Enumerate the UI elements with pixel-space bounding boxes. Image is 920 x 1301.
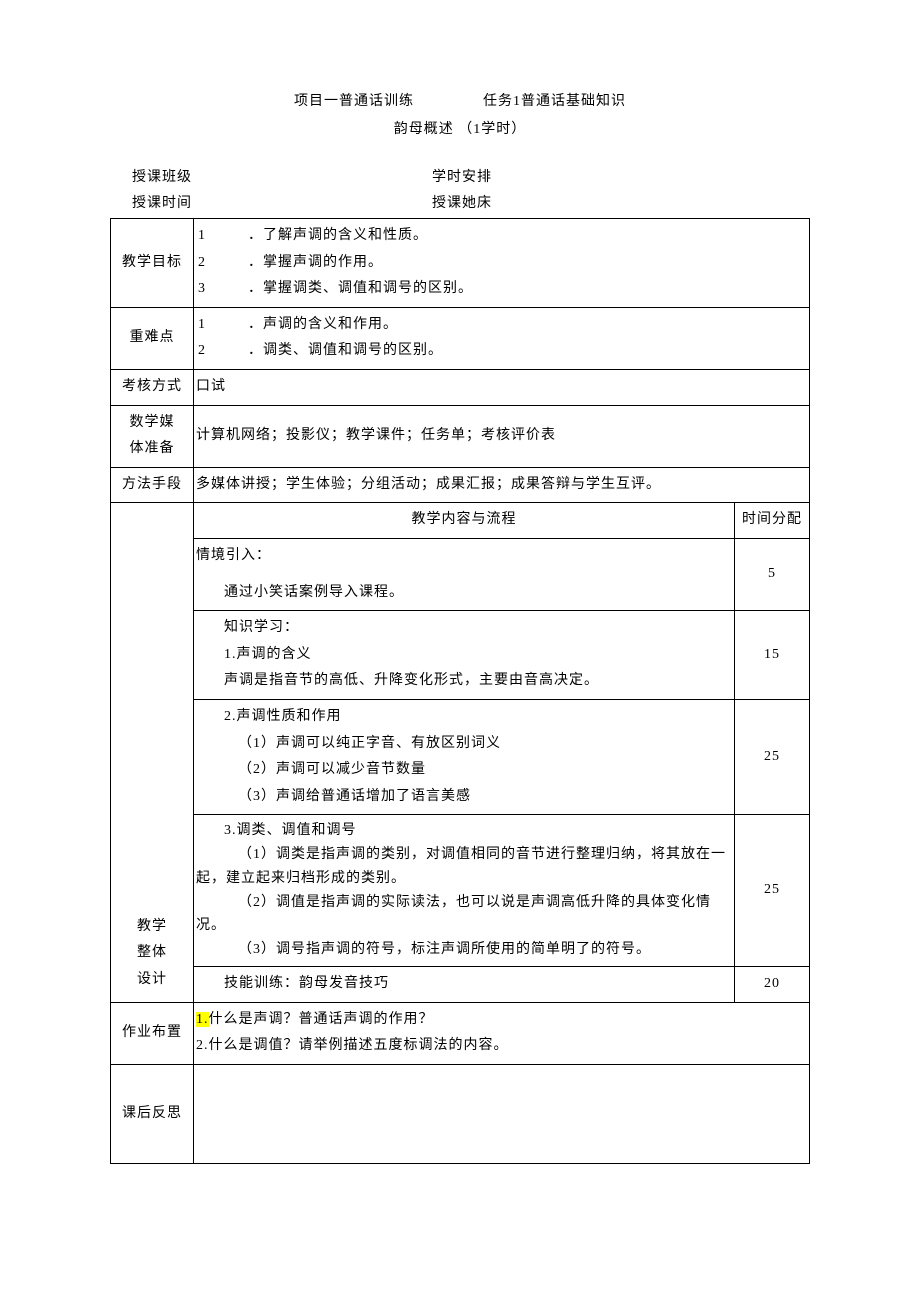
homework-l2: 2.什么是调值？请举例描述五度标调法的内容。 bbox=[196, 1033, 807, 1060]
lesson-table: 教学目标 1．了解声调的含义和性质。 2．掌握声调的作用。 3．掌握调类、调值和… bbox=[110, 218, 810, 1164]
content-header: 教学内容与流程 bbox=[194, 503, 735, 539]
seg4-cell: 3.调类、调值和调号 （1）调类是指声调的类别，对调值相同的音节进行整理归纳，将… bbox=[194, 815, 735, 967]
goal-3-t: ．掌握调类、调值和调号的区别。 bbox=[248, 276, 807, 303]
seg2-l1: 知识学习： bbox=[196, 615, 732, 642]
homework-label: 作业布置 bbox=[111, 1002, 194, 1064]
subtitle: 韵母概述 （1学时） bbox=[110, 118, 810, 138]
meta-row-1: 授课班级 学时安排 bbox=[110, 166, 810, 186]
method-value: 多媒体讲授；学生体验；分组活动；成果汇报；成果答辩与学生互评。 bbox=[194, 467, 810, 503]
diff-1-n: 1 bbox=[196, 312, 248, 339]
seg3-cell: 2.声调性质和作用 （1）声调可以纯正字音、有放区别词义 （2）声调可以减少音节… bbox=[194, 699, 735, 814]
seg2-l2: 1.声调的含义 bbox=[196, 642, 732, 669]
time-header: 时间分配 bbox=[735, 503, 810, 539]
media-label-1: 数学媒 bbox=[113, 410, 191, 437]
goal-2-t: ．掌握声调的作用。 bbox=[248, 250, 807, 277]
time-label: 授课时间 bbox=[110, 192, 432, 212]
seg4-l4: （3）调号指声调的符号，标注声调所使用的简单明了的符号。 bbox=[196, 938, 732, 962]
design-label-1: 教学 bbox=[113, 914, 191, 941]
design-label-2: 整体 bbox=[113, 940, 191, 967]
table-row: 作业布置 1.什么是声调？普通话声调的作用？ 2.什么是调值？请举例描述五度标调… bbox=[111, 1002, 810, 1064]
seg3-l3: （2）声调可以减少音节数量 bbox=[196, 757, 732, 784]
seg4-l1: 3.调类、调值和调号 bbox=[196, 819, 732, 843]
project-title: 项目一普通话训练 bbox=[294, 94, 414, 109]
table-row: 教学目标 1．了解声调的含义和性质。 2．掌握声调的作用。 3．掌握调类、调值和… bbox=[111, 219, 810, 308]
place-label: 授课她床 bbox=[432, 192, 810, 212]
table-row: 重难点 1．声调的含义和作用。 2．调类、调值和调号的区别。 bbox=[111, 307, 810, 369]
table-row: 考核方式 口试 bbox=[111, 369, 810, 405]
seg4-time: 25 bbox=[735, 815, 810, 967]
table-row: 知识学习： 1.声调的含义 声调是指音节的高低、升降变化形式，主要由音高决定。 … bbox=[111, 611, 810, 700]
reflect-cell bbox=[194, 1064, 810, 1163]
seg2-time: 15 bbox=[735, 611, 810, 700]
seg1-l1: 情境引入： bbox=[196, 543, 732, 570]
seg4-l2: （1）调类是指声调的类别，对调值相同的音节进行整理归纳，将其放在一起，建立起来归… bbox=[196, 843, 732, 891]
table-row: 3.调类、调值和调号 （1）调类是指声调的类别，对调值相同的音节进行整理归纳，将… bbox=[111, 815, 810, 967]
seg5-time: 20 bbox=[735, 967, 810, 1003]
header-line: 项目一普通话训练 任务1普通话基础知识 bbox=[110, 90, 810, 110]
class-label: 授课班级 bbox=[110, 166, 432, 186]
reflect-label: 课后反思 bbox=[111, 1064, 194, 1163]
diff-2-n: 2 bbox=[196, 338, 248, 365]
method-label: 方法手段 bbox=[111, 467, 194, 503]
goal-3-n: 3 bbox=[196, 276, 248, 303]
media-label-2: 体准备 bbox=[113, 436, 191, 463]
media-value: 计算机网络；投影仪；教学课件；任务单；考核评价表 bbox=[194, 405, 810, 467]
table-row: 技能训练：韵母发音技巧 20 bbox=[111, 967, 810, 1003]
seg3-l4: （3）声调给普通话增加了语言美感 bbox=[196, 784, 732, 811]
seg1-l2: 通过小笑话案例导入课程。 bbox=[196, 580, 732, 607]
goal-1-n: 1 bbox=[196, 223, 248, 250]
seg1-time: 5 bbox=[735, 538, 810, 610]
seg2-l3: 声调是指音节的高低、升降变化形式，主要由音高决定。 bbox=[196, 668, 732, 695]
design-label: 教学 整体 设计 bbox=[111, 503, 194, 1002]
goal-2-n: 2 bbox=[196, 250, 248, 277]
design-label-3: 设计 bbox=[113, 967, 191, 994]
hours-label: 学时安排 bbox=[432, 166, 810, 186]
diff-1-t: ．声调的含义和作用。 bbox=[248, 312, 807, 339]
seg2-cell: 知识学习： 1.声调的含义 声调是指音节的高低、升降变化形式，主要由音高决定。 bbox=[194, 611, 735, 700]
table-row: 课后反思 bbox=[111, 1064, 810, 1163]
homework-hl: 1. bbox=[196, 1012, 209, 1027]
task-title: 任务1普通话基础知识 bbox=[483, 94, 626, 109]
seg3-l1: 2.声调性质和作用 bbox=[196, 704, 732, 731]
homework-cell: 1.什么是声调？普通话声调的作用？ 2.什么是调值？请举例描述五度标调法的内容。 bbox=[194, 1002, 810, 1064]
goal-label: 教学目标 bbox=[111, 219, 194, 308]
seg3-l2: （1）声调可以纯正字音、有放区别词义 bbox=[196, 731, 732, 758]
homework-l1: 什么是声调？普通话声调的作用？ bbox=[209, 1012, 434, 1027]
diff-cell: 1．声调的含义和作用。 2．调类、调值和调号的区别。 bbox=[194, 307, 810, 369]
meta-row-2: 授课时间 授课她床 bbox=[110, 192, 810, 212]
table-row: 2.声调性质和作用 （1）声调可以纯正字音、有放区别词义 （2）声调可以减少音节… bbox=[111, 699, 810, 814]
table-row: 情境引入： 通过小笑话案例导入课程。 5 bbox=[111, 538, 810, 610]
table-row: 教学 整体 设计 教学内容与流程 时间分配 bbox=[111, 503, 810, 539]
seg1-cell: 情境引入： 通过小笑话案例导入课程。 bbox=[194, 538, 735, 610]
seg5-cell: 技能训练：韵母发音技巧 bbox=[194, 967, 735, 1003]
diff-2-t: ．调类、调值和调号的区别。 bbox=[248, 338, 807, 365]
goal-cell: 1．了解声调的含义和性质。 2．掌握声调的作用。 3．掌握调类、调值和调号的区别… bbox=[194, 219, 810, 308]
goal-1-t: ．了解声调的含义和性质。 bbox=[248, 223, 807, 250]
assess-label: 考核方式 bbox=[111, 369, 194, 405]
seg5-l1: 技能训练：韵母发音技巧 bbox=[196, 971, 732, 998]
table-row: 数学媒 体准备 计算机网络；投影仪；教学课件；任务单；考核评价表 bbox=[111, 405, 810, 467]
assess-value: 口试 bbox=[194, 369, 810, 405]
media-label: 数学媒 体准备 bbox=[111, 405, 194, 467]
diff-label: 重难点 bbox=[111, 307, 194, 369]
seg3-time: 25 bbox=[735, 699, 810, 814]
seg4-l3: （2）调值是指声调的实际读法，也可以说是声调高低升降的具体变化情况。 bbox=[196, 891, 732, 939]
table-row: 方法手段 多媒体讲授；学生体验；分组活动；成果汇报；成果答辩与学生互评。 bbox=[111, 467, 810, 503]
